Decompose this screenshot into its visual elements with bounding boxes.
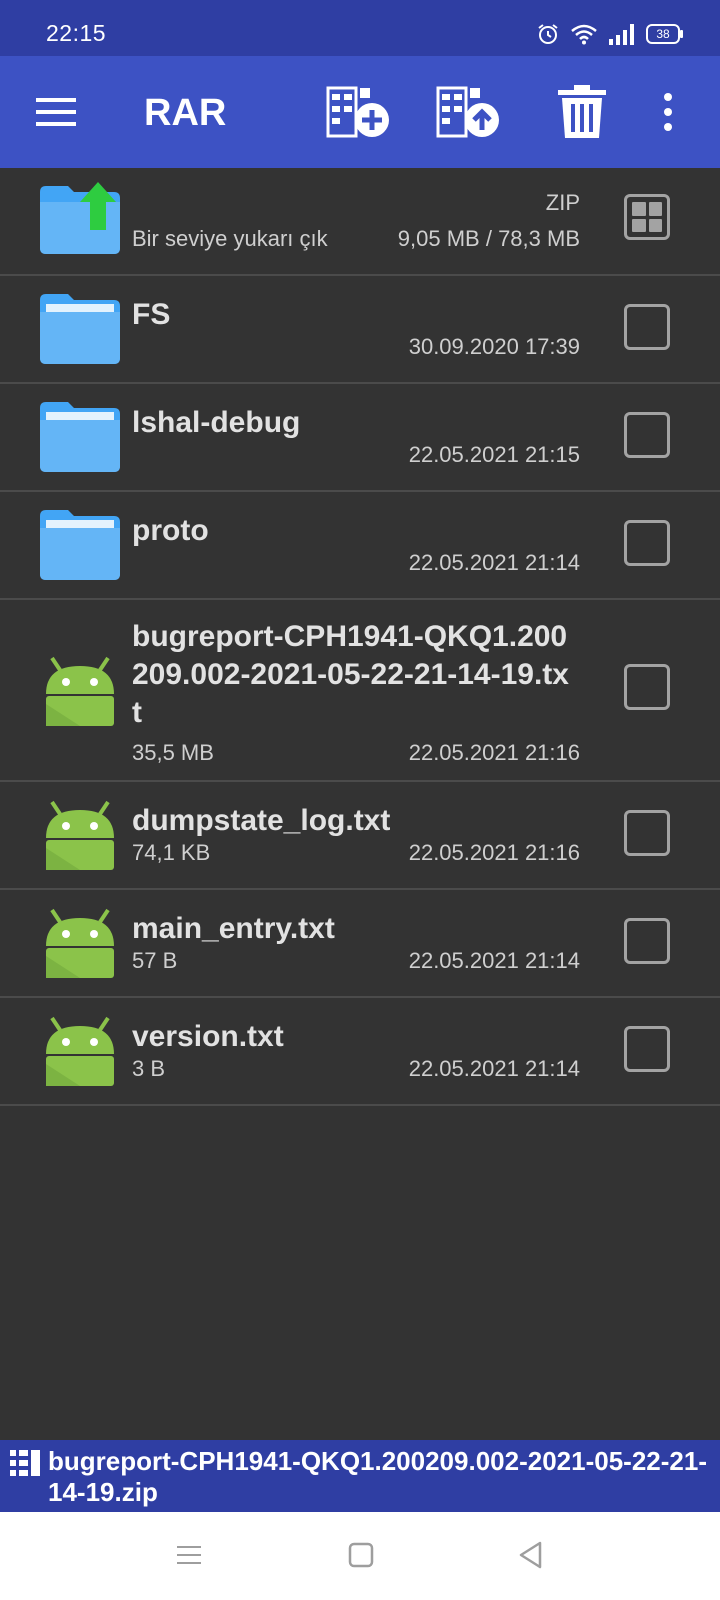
list-item[interactable]: proto 22.05.2021 21:14 xyxy=(0,492,720,600)
folder-icon xyxy=(40,510,120,580)
navigation-bar xyxy=(0,1512,720,1600)
more-options-icon[interactable] xyxy=(660,92,676,132)
current-archive-bar: bugreport-CPH1941-QKQ1.200209.002-2021-0… xyxy=(0,1440,720,1512)
status-icons: 38 xyxy=(536,20,683,48)
item-date: 22.05.2021 21:16 xyxy=(408,740,580,765)
trash-icon[interactable] xyxy=(556,84,608,140)
file-list: ZIP Bir seviye yukarı çık 9,05 MB / 78,3… xyxy=(0,168,720,1106)
item-date: 22.05.2021 21:15 xyxy=(408,442,580,467)
folder-icon xyxy=(40,294,120,364)
item-checkbox[interactable] xyxy=(624,412,670,458)
signal-icon xyxy=(609,24,634,45)
go-up-label: Bir seviye yukarı çık xyxy=(132,226,328,251)
add-to-archive-icon[interactable] xyxy=(326,84,394,140)
back-icon[interactable] xyxy=(516,1540,546,1570)
item-name: bugreport-CPH1941-QKQ1.200209.002-2021-0… xyxy=(132,620,569,729)
list-item[interactable]: lshal-debug 22.05.2021 21:15 xyxy=(0,384,720,492)
app-toolbar: RAR xyxy=(0,56,720,168)
recent-apps-icon[interactable] xyxy=(174,1540,204,1570)
list-item[interactable]: main_entry.txt 57 B 22.05.2021 21:14 xyxy=(0,890,720,998)
item-size: 57 B xyxy=(132,948,178,973)
item-size: 3 B xyxy=(132,1056,166,1081)
archive-type: ZIP xyxy=(545,190,580,215)
list-item[interactable]: version.txt 3 B 22.05.2021 21:14 xyxy=(0,998,720,1106)
status-time: 22:15 xyxy=(46,20,107,46)
item-date: 22.05.2021 21:14 xyxy=(408,550,580,575)
list-item[interactable]: dumpstate_log.txt 74,1 KB 22.05.2021 21:… xyxy=(0,782,720,890)
go-up-row[interactable]: ZIP Bir seviye yukarı çık 9,05 MB / 78,3… xyxy=(0,168,720,276)
item-checkbox[interactable] xyxy=(624,1026,670,1072)
folder-icon xyxy=(40,402,120,472)
hamburger-menu-icon[interactable] xyxy=(36,96,76,128)
android-file-icon xyxy=(46,656,114,726)
app-title: RAR xyxy=(144,92,227,134)
select-all-icon[interactable] xyxy=(624,194,670,240)
folder-up-icon xyxy=(40,182,120,254)
archive-icon xyxy=(10,1450,40,1476)
item-name: lshal-debug xyxy=(132,406,301,439)
item-name: main_entry.txt xyxy=(132,912,335,945)
item-date: 22.05.2021 21:14 xyxy=(408,1056,580,1081)
alarm-icon xyxy=(538,24,558,44)
list-item[interactable]: FS 30.09.2020 17:39 xyxy=(0,276,720,384)
list-item[interactable]: bugreport-CPH1941-QKQ1.200209.002-2021-0… xyxy=(0,600,720,782)
item-name: version.txt xyxy=(132,1020,284,1053)
current-archive-path: bugreport-CPH1941-QKQ1.200209.002-2021-0… xyxy=(48,1446,707,1507)
item-size: 35,5 MB xyxy=(132,740,214,765)
item-checkbox[interactable] xyxy=(624,304,670,350)
item-date: 22.05.2021 21:14 xyxy=(408,948,580,973)
extract-archive-icon[interactable] xyxy=(436,84,504,140)
item-checkbox[interactable] xyxy=(624,810,670,856)
home-icon[interactable] xyxy=(346,1540,376,1570)
android-file-icon xyxy=(46,800,114,870)
battery-icon: 38 xyxy=(646,24,683,44)
item-name: proto xyxy=(132,514,209,547)
item-date: 30.09.2020 17:39 xyxy=(408,334,580,359)
status-bar: 22:15 38 xyxy=(0,0,720,56)
android-file-icon xyxy=(46,908,114,978)
item-size: 74,1 KB xyxy=(132,840,211,865)
archive-size: 9,05 MB / 78,3 MB xyxy=(397,226,580,251)
item-name: dumpstate_log.txt xyxy=(132,804,391,837)
item-checkbox[interactable] xyxy=(624,918,670,964)
item-name: FS xyxy=(132,298,171,331)
item-checkbox[interactable] xyxy=(624,520,670,566)
wifi-icon xyxy=(571,24,597,45)
android-file-icon xyxy=(46,1016,114,1086)
item-checkbox[interactable] xyxy=(624,664,670,710)
item-date: 22.05.2021 21:16 xyxy=(408,840,580,865)
